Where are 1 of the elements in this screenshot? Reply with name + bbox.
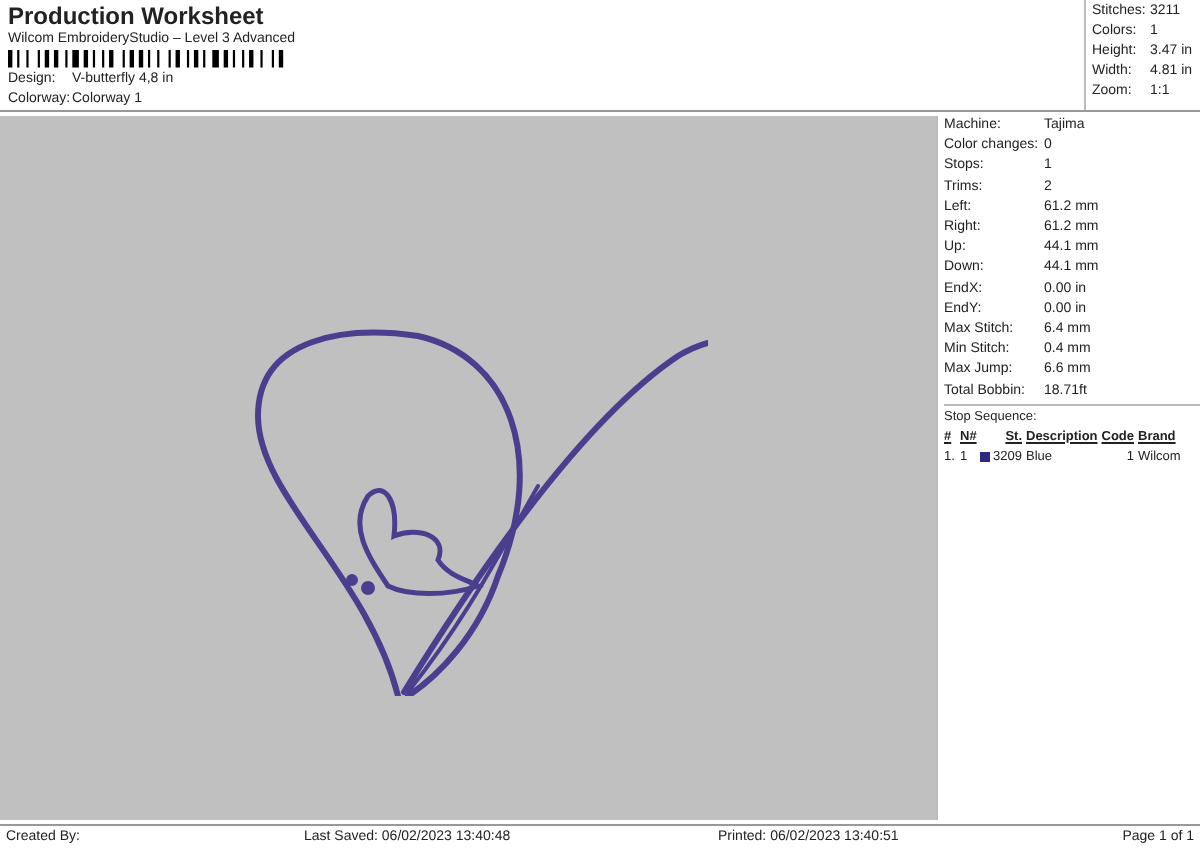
worksheet-title: Production Worksheet xyxy=(8,2,266,30)
